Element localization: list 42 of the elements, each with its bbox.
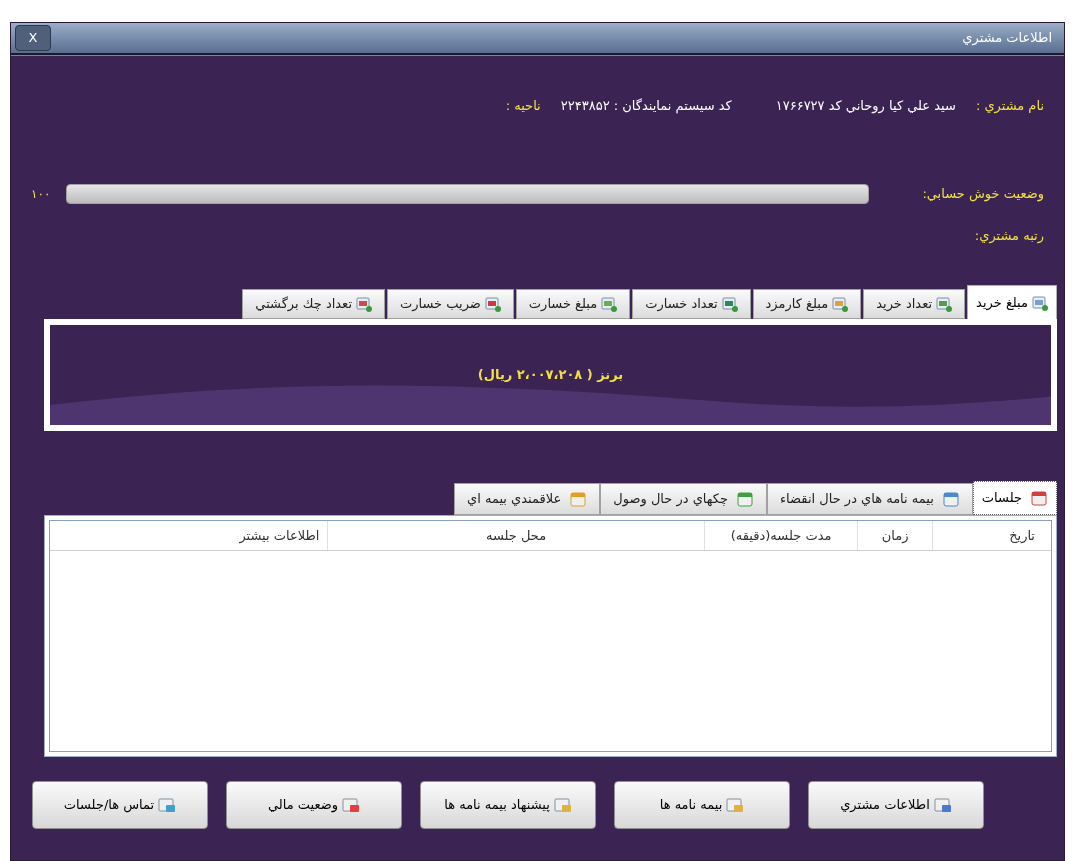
tab-icon: [569, 490, 588, 508]
tab[interactable]: تعداد خريد: [863, 289, 966, 319]
field-label: نام مشتري :: [975, 97, 1044, 116]
tab[interactable]: علاقمندي بيمه اي: [454, 483, 601, 515]
tab[interactable]: بيمه نامه هاي در حال انقضاء: [767, 483, 973, 515]
tab[interactable]: ضريب خسارت: [387, 289, 514, 319]
column-header[interactable]: مدت جلسه(دقيقه): [703, 521, 858, 550]
field-label: ناحيه :: [505, 97, 541, 115]
tab[interactable]: مبلغ كارمزد: [752, 289, 862, 319]
agent-code: كد سيستم نمايندگان : ۲۲۴۳۸۵۲: [560, 97, 732, 116]
column-header[interactable]: زمان: [857, 521, 932, 550]
tab-icon: [832, 296, 849, 312]
tab-icon: [736, 490, 754, 508]
tab-icon: [601, 296, 618, 312]
field-label: رتبه مشتري:: [974, 226, 1044, 245]
action-button[interactable]: اطلاعات مشتري: [808, 781, 984, 829]
column-header[interactable]: تاريخ: [931, 521, 1051, 550]
column-header[interactable]: اطلاعات بيشتر: [50, 521, 328, 550]
column-header[interactable]: محل جلسه: [327, 521, 704, 550]
field-label: وضعيت خوش حسابي:: [921, 184, 1044, 204]
tab-icon: [936, 296, 953, 312]
tab-icon: [484, 296, 501, 312]
tab-icon: [1030, 489, 1048, 507]
close-button[interactable]: X: [15, 25, 51, 51]
tab-icon: [941, 490, 960, 508]
customer-name: سيد علي كيا روحاني كد ۱۷۶۶۷۲۷: [775, 97, 956, 116]
tab[interactable]: تعداد خسارت: [632, 289, 751, 319]
tab[interactable]: مبلغ خريد: [967, 285, 1057, 319]
tab[interactable]: چكهاي در حال وصول: [600, 483, 767, 515]
action-button[interactable]: پيشنهاد بيمه نامه ها: [420, 781, 596, 829]
action-button[interactable]: تماس ها/جلسات: [32, 781, 208, 829]
action-button[interactable]: بيمه نامه ها: [614, 781, 790, 829]
tab-icon: [1032, 294, 1048, 311]
tab[interactable]: تعداد چك برگشتي: [242, 289, 385, 319]
tab-icon: [721, 296, 738, 312]
tab[interactable]: مبلغ خسارت: [515, 289, 631, 319]
progress-value: ۱۰۰: [31, 185, 51, 203]
tab-icon: [356, 296, 372, 312]
window-title: اطلاعات مشتري: [962, 29, 1052, 48]
stat-value: برنز ( ۲،۰۰۷،۲۰۸ ريال): [477, 366, 624, 385]
tab[interactable]: جلسات: [972, 481, 1057, 515]
action-button[interactable]: وضعيت مالي: [226, 781, 402, 829]
